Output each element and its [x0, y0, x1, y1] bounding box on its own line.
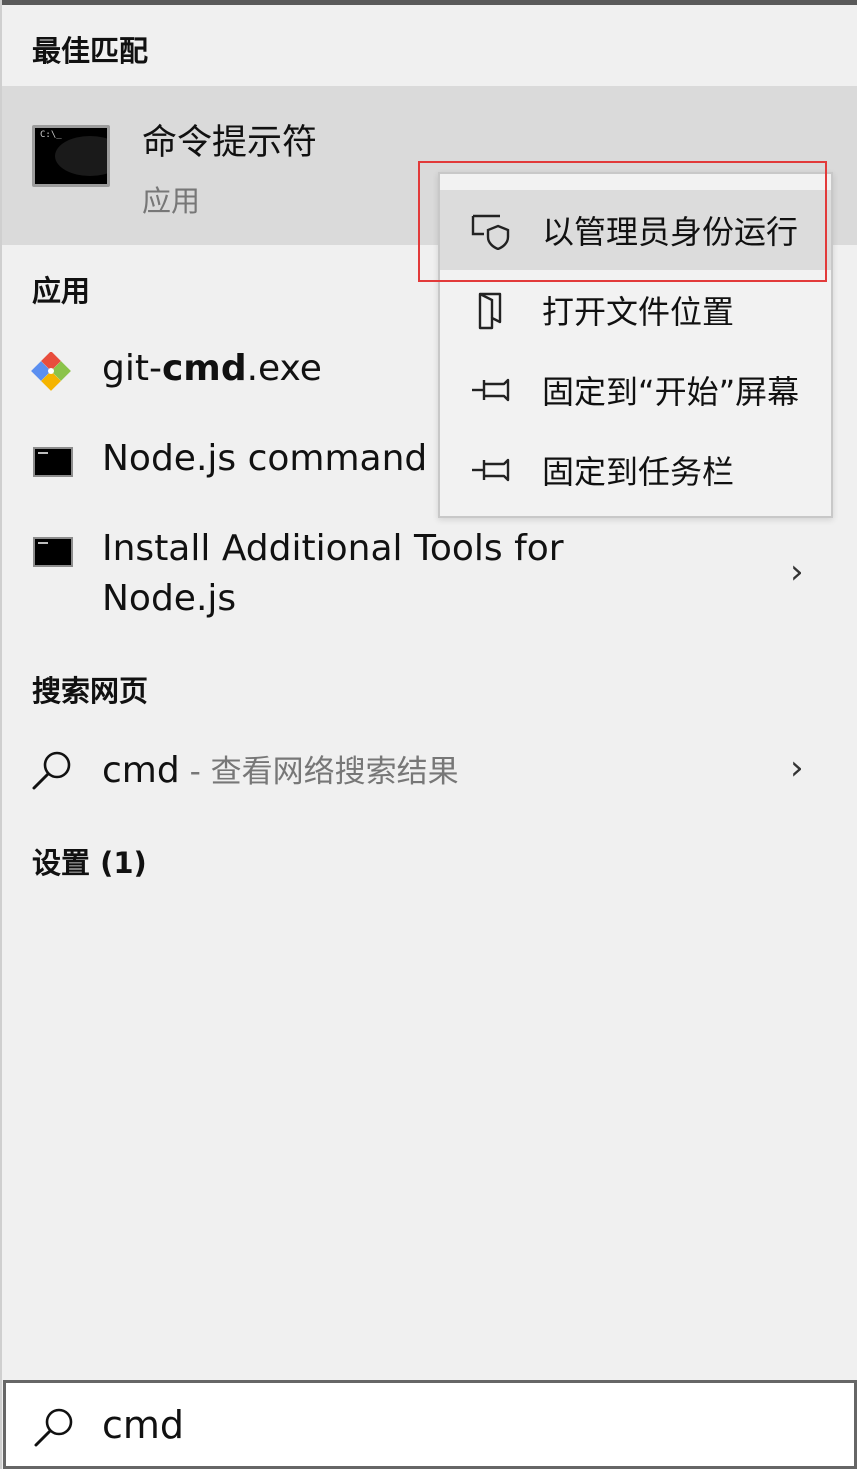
web-search-heading: 搜索网页	[32, 674, 149, 708]
highlight-annotation-box	[418, 161, 827, 282]
app-item-label-line1: Install Additional Tools for	[102, 528, 564, 569]
app-item-label: Node.js command	[102, 438, 428, 479]
git-icon	[31, 352, 71, 391]
menu-item-label: 固定到“开始”屏幕	[542, 373, 800, 411]
menu-item-pin-to-taskbar[interactable]: 固定到任务栏	[440, 430, 831, 510]
cmd-icon: C:\_	[32, 125, 110, 187]
folder-icon	[478, 292, 502, 330]
best-match-subtitle: 应用	[142, 184, 201, 218]
chevron-right-icon[interactable]: ›	[790, 748, 804, 788]
top-border	[0, 0, 857, 5]
app-item-install-tools[interactable]: Install Additional Tools for Node.js ›	[2, 520, 857, 630]
menu-item-pin-to-start[interactable]: 固定到“开始”屏幕	[440, 350, 831, 430]
menu-item-label: 打开文件位置	[542, 293, 735, 331]
cmd-icon	[33, 447, 73, 477]
best-match-heading: 最佳匹配	[32, 34, 149, 68]
search-input-value[interactable]: cmd	[102, 1403, 184, 1447]
settings-heading[interactable]: 设置 (1)	[32, 840, 147, 882]
search-icon	[34, 1408, 73, 1447]
best-match-title: 命令提示符	[142, 123, 318, 163]
web-search-label: cmd - 查看网络搜索结果	[102, 750, 459, 791]
pin-icon	[472, 458, 510, 482]
chevron-right-icon[interactable]: ›	[790, 552, 804, 592]
app-item-label: git-cmd.exe	[102, 348, 322, 389]
search-icon	[32, 751, 71, 790]
menu-item-label: 固定到任务栏	[542, 453, 735, 491]
apps-heading: 应用	[32, 274, 91, 308]
app-item-label-line2: Node.js	[102, 578, 237, 619]
cmd-icon	[33, 537, 73, 567]
start-search-panel: 最佳匹配 C:\_ 命令提示符 应用 应用 git-cmd.exe Node.j…	[0, 0, 857, 1469]
search-input[interactable]: cmd	[3, 1380, 857, 1469]
menu-item-open-file-location[interactable]: 打开文件位置	[440, 270, 831, 350]
pin-icon	[472, 378, 510, 402]
web-search-item[interactable]: cmd - 查看网络搜索结果 ›	[2, 738, 857, 808]
